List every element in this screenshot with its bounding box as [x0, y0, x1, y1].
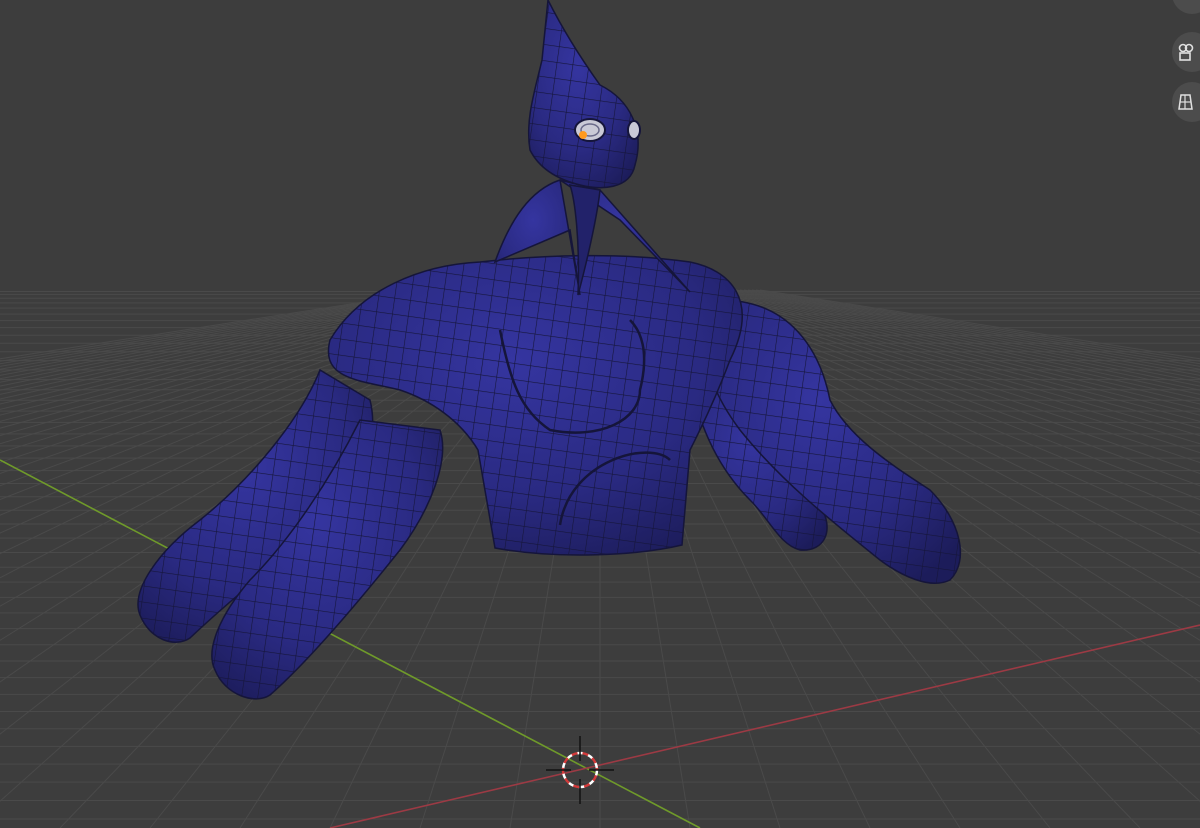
- 3d-viewport[interactable]: ✥: [0, 0, 1200, 828]
- x-axis-line: [329, 624, 1200, 828]
- move-view-icon[interactable]: ✥: [1172, 0, 1200, 14]
- navigation-gizmo: ✥: [1170, 0, 1200, 130]
- perspective-toggle-icon[interactable]: [1172, 82, 1200, 122]
- left-eye: [574, 118, 606, 142]
- right-eye: [627, 120, 641, 140]
- viewport-scene: [0, 0, 1200, 828]
- camera-view-icon[interactable]: [1172, 32, 1200, 72]
- object-origin[interactable]: [579, 131, 587, 139]
